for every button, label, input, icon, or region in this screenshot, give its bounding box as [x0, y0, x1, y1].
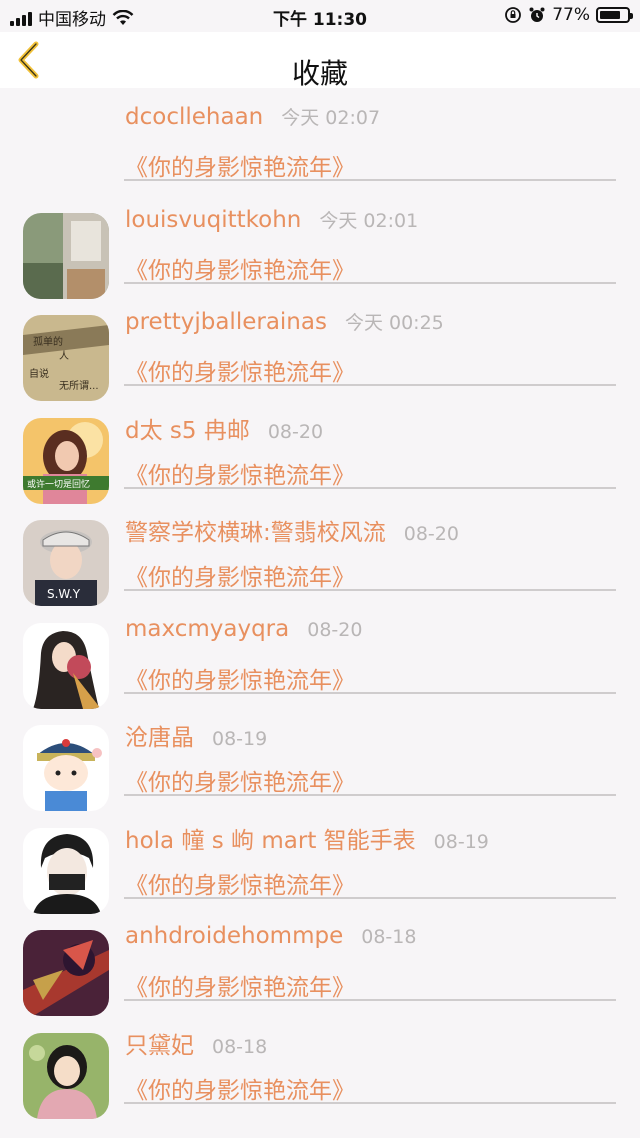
favorite-list-item[interactable]: 或许一切是回忆 d太 s5 冉邮 08-20 《你的身影惊艳流年》	[0, 396, 640, 504]
book-title[interactable]: 《你的身影惊艳流年》	[125, 558, 355, 592]
battery-icon	[596, 7, 633, 23]
wifi-icon	[112, 9, 134, 25]
page-title: 收藏	[291, 57, 348, 90]
svg-text:自说: 自说	[29, 367, 49, 380]
signal-icon	[10, 10, 32, 26]
favorite-list-item[interactable]: maxcmyayqra 08-20 《你的身影惊艳流年》	[0, 601, 640, 709]
timestamp: 08-18	[361, 926, 417, 948]
timestamp: 今天 00:25	[344, 312, 444, 334]
book-title[interactable]: 《你的身影惊艳流年》	[125, 763, 355, 797]
book-title[interactable]: 《你的身影惊艳流年》	[125, 251, 355, 285]
user-name[interactable]: 警察学校横琳:警翡校风流	[125, 513, 386, 547]
name-row: 警察学校横琳:警翡校风流 08-20	[125, 513, 459, 547]
timestamp: 今天 02:01	[319, 209, 419, 232]
divider	[124, 999, 616, 1001]
favorite-list-item[interactable]: hola 幢 s 岣 mart 智能手表 08-19 《你的身影惊艳流年》	[0, 806, 640, 914]
user-name[interactable]: 只黛妃	[125, 1026, 194, 1060]
user-name[interactable]: anhdroidehommpe	[125, 923, 343, 949]
book-title[interactable]: 《你的身影惊艳流年》	[125, 661, 355, 695]
book-title[interactable]: 《你的身影惊艳流年》	[125, 148, 355, 182]
book-title[interactable]: 《你的身影惊艳流年》	[125, 1071, 355, 1105]
back-button[interactable]	[12, 38, 48, 82]
divider	[124, 794, 616, 796]
divider	[124, 281, 616, 284]
battery-percent: 77%	[552, 5, 590, 25]
user-name[interactable]: prettyjballerainas	[125, 309, 327, 335]
name-row: prettyjballerainas 今天 00:25	[125, 308, 444, 335]
nav-bar: 收藏	[0, 32, 640, 90]
favorites-list: dcocllehaan 今天 02:07 《你的身影惊艳流年》 louisvuqitt…	[0, 88, 640, 1119]
name-row: anhdroidehommpe 08-18	[125, 923, 416, 949]
avatar[interactable]	[23, 622, 109, 709]
svg-text:无所谓...: 无所谓...	[59, 380, 99, 392]
user-name[interactable]: dcocllehaan	[125, 104, 263, 130]
svg-text:人: 人	[59, 350, 69, 362]
battery-level	[600, 11, 621, 19]
divider	[124, 486, 616, 489]
status-right: 77%	[504, 5, 633, 25]
avatar[interactable]	[23, 725, 109, 811]
timestamp: 08-20	[403, 523, 459, 545]
name-row: maxcmyayqra 08-20	[125, 616, 362, 642]
user-name[interactable]: 沧唐晶	[125, 718, 194, 752]
timestamp: 08-20	[267, 420, 324, 443]
favorite-list-item[interactable]: 只黛妃 08-18 《你的身影惊艳流年》	[0, 1011, 640, 1119]
timestamp: 今天 02:07	[281, 107, 381, 129]
divider	[124, 179, 616, 181]
avatar[interactable]: S.W.Y	[23, 520, 109, 606]
divider	[124, 896, 616, 899]
favorite-list-item[interactable]: 孤单的人自说 无所谓... prettyjballerainas 今天 00:25 《你…	[0, 293, 640, 401]
user-name[interactable]: d太 s5 冉邮	[125, 411, 250, 445]
svg-text:孤单的: 孤单的	[33, 335, 63, 348]
user-name[interactable]: hola 幢 s 岣 mart 智能手表	[125, 821, 416, 855]
favorite-list-item[interactable]: louisvuqittkohn 今天 02:01 《你的身影惊艳流年》	[0, 191, 640, 299]
alarm-icon	[529, 7, 545, 22]
timestamp: 08-19	[433, 830, 489, 853]
svg-text:或许一切是回忆: 或许一切是回忆	[27, 478, 90, 490]
book-title[interactable]: 《你的身影惊艳流年》	[125, 456, 355, 490]
status-bar: 中国移动 下午 11:30 77%	[0, 0, 640, 32]
user-name[interactable]: louisvuqittkohn	[125, 207, 301, 233]
divider	[124, 589, 616, 591]
name-row: d太 s5 冉邮 08-20	[125, 411, 323, 445]
avatar[interactable]: 或许一切是回忆	[23, 417, 109, 504]
name-row: dcocllehaan 今天 02:07	[125, 103, 380, 130]
chevron-left-icon	[18, 41, 39, 79]
avatar[interactable]	[23, 827, 109, 914]
divider	[124, 691, 616, 694]
name-row: 沧唐晶 08-19	[125, 718, 267, 752]
book-title[interactable]: 《你的身影惊艳流年》	[125, 866, 355, 900]
book-title[interactable]: 《你的身影惊艳流年》	[125, 968, 355, 1002]
name-row: 只黛妃 08-18	[125, 1026, 267, 1060]
avatar[interactable]	[23, 930, 109, 1016]
timestamp: 08-20	[307, 618, 363, 641]
avatar[interactable]	[23, 212, 109, 299]
divider	[124, 384, 616, 386]
favorite-list-item[interactable]: dcocllehaan 今天 02:07 《你的身影惊艳流年》	[0, 88, 640, 191]
favorite-list-item[interactable]: S.W.Y 警察学校横琳:警翡校风流 08-20 《你的身影惊艳流年》	[0, 498, 640, 606]
book-title[interactable]: 《你的身影惊艳流年》	[125, 353, 355, 387]
avatar[interactable]	[23, 1032, 109, 1119]
timestamp: 08-18	[212, 1035, 268, 1058]
timestamp: 08-19	[212, 728, 268, 750]
favorite-list-item[interactable]: 沧唐晶 08-19 《你的身影惊艳流年》	[0, 703, 640, 811]
user-name[interactable]: maxcmyayqra	[125, 616, 289, 642]
svg-text:S.W.Y: S.W.Y	[47, 587, 81, 601]
carrier-label: 中国移动	[38, 10, 106, 30]
favorite-list-item[interactable]: anhdroidehommpe 08-18 《你的身影惊艳流年》	[0, 908, 640, 1016]
name-row: louisvuqittkohn 今天 02:01	[125, 206, 418, 233]
divider	[124, 1101, 616, 1104]
rotation-lock-icon	[505, 7, 522, 23]
status-left: 中国移动	[10, 5, 134, 30]
avatar[interactable]: 孤单的人自说 无所谓...	[23, 315, 109, 401]
name-row: hola 幢 s 岣 mart 智能手表 08-19	[125, 821, 489, 855]
